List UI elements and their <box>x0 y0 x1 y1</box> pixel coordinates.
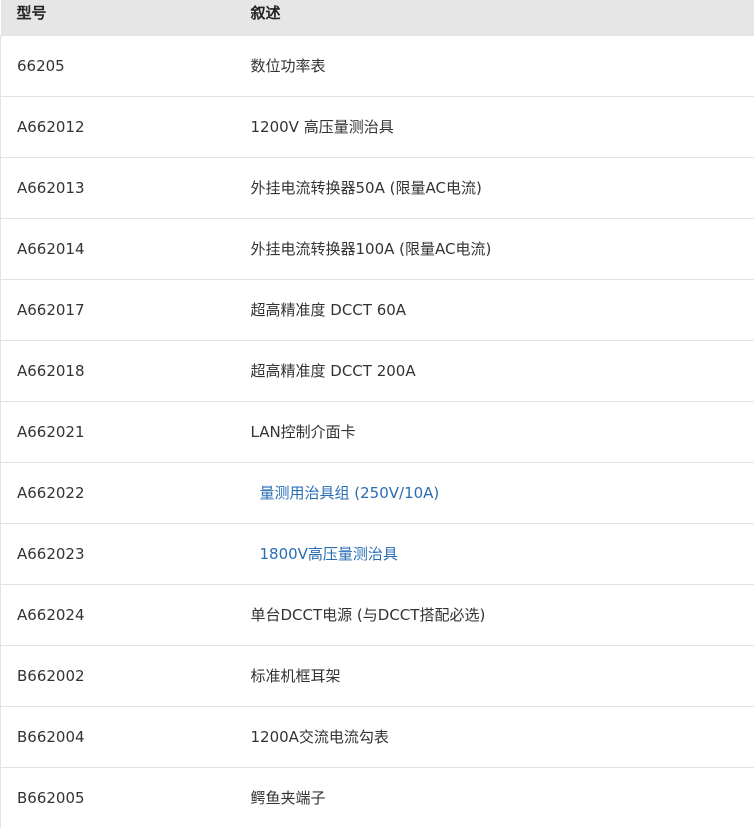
description-cell: 鳄鱼夹端子 <box>235 767 754 828</box>
model-cell: A662017 <box>1 279 235 340</box>
table-row: A662017超高精准度 DCCT 60A <box>1 279 754 340</box>
table-row: A662023 1800V高压量测治具 <box>1 523 754 584</box>
model-cell: A662023 <box>1 523 235 584</box>
model-cell: B662005 <box>1 767 235 828</box>
model-cell: A662022 <box>1 462 235 523</box>
accessories-table: 型号 叙述 66205数位功率表A6620121200V 高压量测治具A6620… <box>0 0 754 828</box>
description-cell: 超高精准度 DCCT 60A <box>235 279 754 340</box>
description-cell: 量测用治具组 (250V/10A) <box>235 462 754 523</box>
description-cell: 数位功率表 <box>235 35 754 96</box>
table-row: 66205数位功率表 <box>1 35 754 96</box>
table-row: B6620041200A交流电流勾表 <box>1 706 754 767</box>
table-row: A662013外挂电流转换器50A (限量AC电流) <box>1 157 754 218</box>
model-cell: A662013 <box>1 157 235 218</box>
model-cell: B662004 <box>1 706 235 767</box>
column-header-model: 型号 <box>1 0 235 35</box>
description-cell: 1200A交流电流勾表 <box>235 706 754 767</box>
table-row: A662018超高精准度 DCCT 200A <box>1 340 754 401</box>
description-cell: 1200V 高压量测治具 <box>235 96 754 157</box>
table-row: B662005鳄鱼夹端子 <box>1 767 754 828</box>
model-cell: A662024 <box>1 584 235 645</box>
description-link[interactable]: 1800V高压量测治具 <box>251 545 398 563</box>
table-row: A662022 量测用治具组 (250V/10A) <box>1 462 754 523</box>
model-cell: 66205 <box>1 35 235 96</box>
table-row: A6620121200V 高压量测治具 <box>1 96 754 157</box>
table-row: A662024单台DCCT电源 (与DCCT搭配必选) <box>1 584 754 645</box>
description-cell: 外挂电流转换器100A (限量AC电流) <box>235 218 754 279</box>
table-body: 66205数位功率表A6620121200V 高压量测治具A662013外挂电流… <box>1 35 754 828</box>
model-cell: A662021 <box>1 401 235 462</box>
table-row: A662014外挂电流转换器100A (限量AC电流) <box>1 218 754 279</box>
description-cell: 超高精准度 DCCT 200A <box>235 340 754 401</box>
description-cell: 外挂电流转换器50A (限量AC电流) <box>235 157 754 218</box>
table-row: A662021LAN控制介面卡 <box>1 401 754 462</box>
model-cell: A662012 <box>1 96 235 157</box>
table-row: B662002标准机框耳架 <box>1 645 754 706</box>
description-cell: LAN控制介面卡 <box>235 401 754 462</box>
description-cell: 单台DCCT电源 (与DCCT搭配必选) <box>235 584 754 645</box>
table-header: 型号 叙述 <box>1 0 754 35</box>
description-cell: 标准机框耳架 <box>235 645 754 706</box>
model-cell: B662002 <box>1 645 235 706</box>
model-cell: A662014 <box>1 218 235 279</box>
column-header-description: 叙述 <box>235 0 754 35</box>
description-link[interactable]: 量测用治具组 (250V/10A) <box>251 484 440 502</box>
description-cell: 1800V高压量测治具 <box>235 523 754 584</box>
table-header-row: 型号 叙述 <box>1 0 754 35</box>
model-cell: A662018 <box>1 340 235 401</box>
